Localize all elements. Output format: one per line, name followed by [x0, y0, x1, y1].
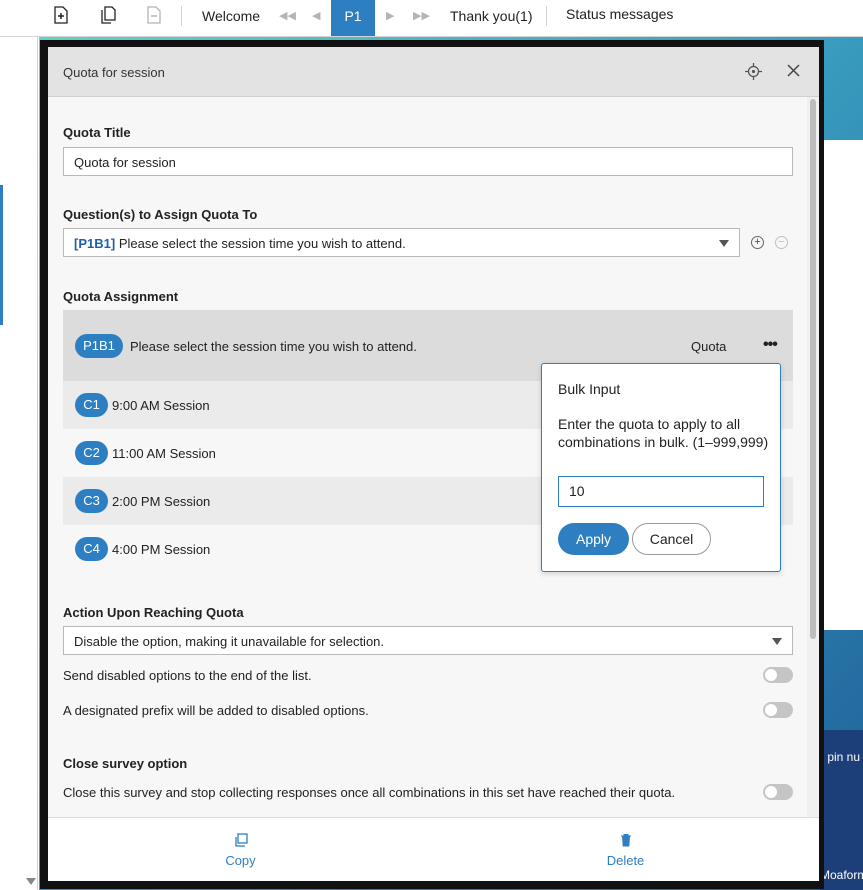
delete-button[interactable]: Delete — [573, 818, 678, 881]
question-text: Please select the session time you wish … — [118, 236, 406, 251]
modal-header: Quota for session — [48, 47, 819, 97]
prefix-toggle[interactable] — [763, 702, 793, 718]
close-survey-label: Close survey option — [63, 756, 188, 771]
choice-label: 2:00 PM Session — [112, 494, 211, 509]
option-prefix-label: A designated prefix will be added to dis… — [63, 703, 369, 718]
modal-title: Quota for session — [63, 65, 165, 80]
action-select-value: Disable the option, making it unavailabl… — [74, 634, 385, 649]
assignment-label: Quota Assignment — [63, 289, 179, 304]
modal-footer: Copy Delete — [48, 817, 819, 881]
action-select[interactable]: Disable the option, making it unavailabl… — [63, 626, 793, 655]
left-sidebar — [0, 0, 38, 890]
more-options-icon[interactable]: ••• — [763, 336, 778, 354]
next-page-icon[interactable]: ▶ — [386, 9, 394, 22]
choice-label: 9:00 AM Session — [112, 398, 210, 413]
toolbar-divider — [181, 6, 182, 26]
apply-button[interactable]: Apply — [558, 523, 629, 555]
quota-column-label: Quota — [691, 339, 727, 354]
choice-code-badge: C1 — [75, 393, 108, 417]
bulk-input-popover: Bulk Input Enter the quota to apply to a… — [541, 363, 781, 572]
copy-button[interactable]: Copy — [188, 818, 293, 881]
add-question-icon[interactable]: + — [751, 236, 764, 249]
remove-question-icon[interactable]: − — [775, 236, 788, 249]
tab-thank-you[interactable]: Thank you(1) — [450, 8, 532, 24]
background-text-pin: r pin nu — [820, 750, 861, 764]
background-panel — [820, 140, 863, 630]
toolbar-divider — [546, 6, 547, 26]
first-page-icon[interactable]: ◀◀ — [279, 9, 296, 22]
quota-title-input[interactable]: Quota for session — [63, 147, 793, 176]
left-sidebar-accent — [0, 185, 3, 325]
question-code: [P1B1] — [74, 236, 116, 251]
bulk-input-title: Bulk Input — [558, 381, 621, 397]
tab-welcome[interactable]: Welcome — [202, 8, 260, 24]
bulk-quota-input[interactable]: 10 — [558, 476, 764, 507]
prev-page-icon[interactable]: ◀ — [312, 9, 320, 22]
action-label: Action Upon Reaching Quota — [63, 605, 244, 620]
send-to-end-toggle[interactable] — [763, 667, 793, 683]
choice-code-badge: C4 — [75, 537, 108, 561]
background-text-brand: Moaform — [820, 868, 863, 882]
locate-target-icon[interactable] — [745, 63, 762, 80]
question-code-badge: P1B1 — [75, 334, 123, 358]
copy-label: Copy — [225, 853, 256, 868]
close-survey-text: Close this survey and stop collecting re… — [63, 785, 676, 800]
tab-current-page[interactable]: P1 — [331, 0, 375, 36]
modal-scrollbar-thumb[interactable] — [810, 99, 816, 639]
question-select[interactable]: [P1B1] Please select the session time yo… — [63, 228, 740, 257]
status-messages-link[interactable]: Status messages — [566, 6, 673, 22]
close-survey-toggle[interactable] — [763, 784, 793, 800]
scroll-down-icon[interactable] — [26, 878, 36, 885]
choice-label: 4:00 PM Session — [112, 542, 211, 557]
copy-page-icon[interactable] — [100, 6, 116, 24]
cancel-button[interactable]: Cancel — [632, 523, 711, 555]
close-icon[interactable] — [786, 63, 801, 78]
quota-title-label: Quota Title — [63, 125, 131, 140]
choice-code-badge: C3 — [75, 489, 108, 513]
questions-label: Question(s) to Assign Quota To — [63, 207, 258, 222]
page-toolbar: Welcome ◀◀ ◀ P1 ▶ ▶▶ Thank you(1) Status… — [0, 0, 863, 37]
delete-page-icon[interactable] — [146, 6, 162, 24]
trash-icon — [620, 834, 631, 847]
assignment-question-text: Please select the session time you wish … — [130, 339, 417, 354]
chevron-down-icon — [719, 240, 729, 247]
bulk-input-description: Enter the quota to apply to all combinat… — [558, 416, 769, 450]
option-send-to-end-label: Send disabled options to the end of the … — [63, 668, 312, 683]
delete-label: Delete — [606, 853, 645, 868]
new-page-icon[interactable] — [53, 6, 69, 24]
last-page-icon[interactable]: ▶▶ — [413, 9, 430, 22]
choice-label: 11:00 AM Session — [112, 446, 216, 461]
choice-code-badge: C2 — [75, 441, 108, 465]
chevron-down-icon — [772, 638, 782, 645]
copy-icon — [234, 833, 248, 847]
